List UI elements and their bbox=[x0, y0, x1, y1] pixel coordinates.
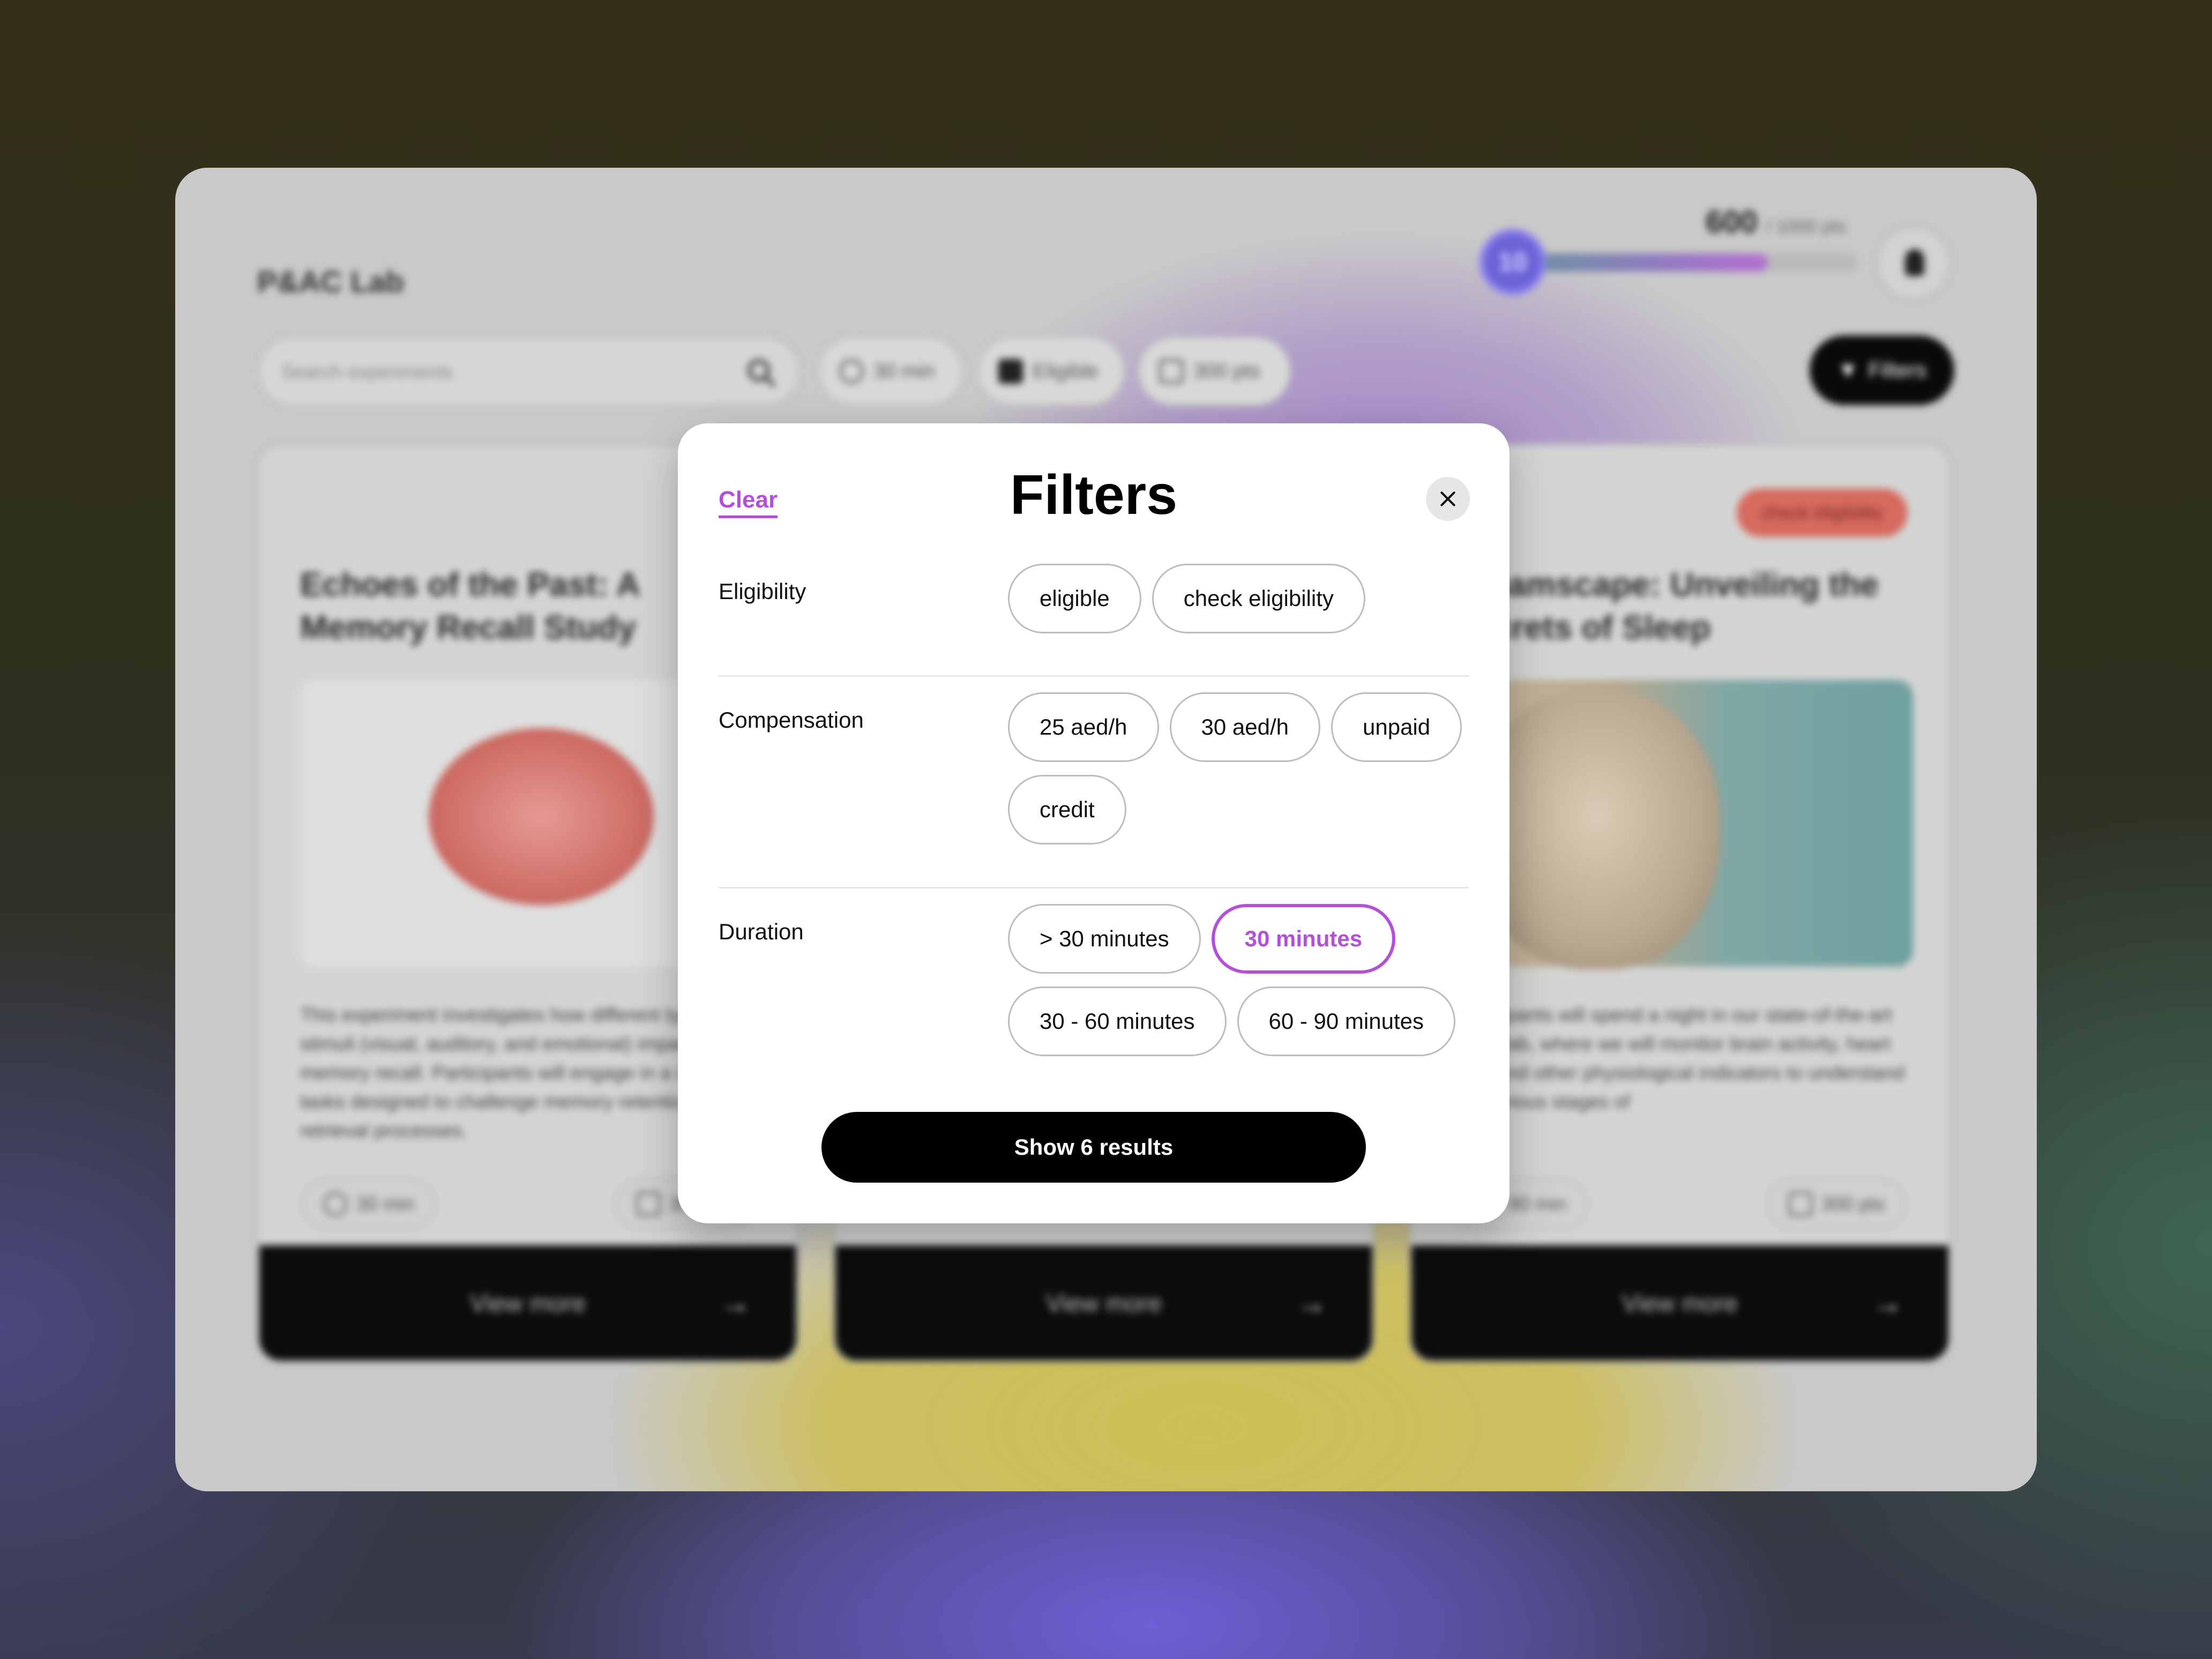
option-eligible[interactable]: eligible bbox=[1008, 564, 1141, 633]
quick-chip-eligible[interactable]: Eligible bbox=[977, 337, 1125, 406]
star-icon bbox=[1159, 359, 1184, 384]
show-results-button[interactable]: Show 6 results bbox=[821, 1112, 1366, 1183]
close-icon bbox=[1440, 491, 1455, 506]
card-image-face bbox=[1452, 680, 1913, 969]
section-label: Compensation bbox=[719, 707, 864, 733]
view-more-button[interactable]: View more → bbox=[835, 1245, 1372, 1361]
card-description: Participants will spend a night in our s… bbox=[1452, 1004, 1905, 1112]
search-input[interactable]: Search experiments bbox=[258, 337, 799, 406]
level-badge: 10 bbox=[1479, 229, 1546, 295]
points-progress-bar bbox=[1536, 253, 1858, 272]
points-display: 600 / 1000 pts bbox=[1706, 204, 1846, 240]
option-check-eligibility[interactable]: check eligibility bbox=[1152, 564, 1365, 633]
card-duration-label: 90 min bbox=[1508, 1193, 1567, 1215]
points-progress-fill bbox=[1536, 253, 1768, 272]
filters-modal: Clear Filters Eligibility eligible check… bbox=[678, 423, 1509, 1223]
arrow-right-icon: → bbox=[1296, 1286, 1327, 1320]
star-icon bbox=[1788, 1192, 1813, 1216]
option-30-minutes[interactable]: 30 minutes bbox=[1211, 904, 1396, 974]
option-over-30-minutes[interactable]: > 30 minutes bbox=[1008, 904, 1201, 974]
quick-chip-duration[interactable]: 30 min bbox=[818, 337, 963, 406]
avatar[interactable] bbox=[1876, 226, 1951, 301]
arrow-right-icon: → bbox=[1872, 1286, 1903, 1320]
page-root: { "background_app": { "lab_name": "P&AC … bbox=[0, 0, 2212, 1659]
section-divider bbox=[719, 887, 1469, 888]
lab-title: P&AC Lab bbox=[257, 265, 404, 298]
filter-icon: ▼ bbox=[1837, 358, 1859, 382]
points-value: 600 bbox=[1706, 205, 1758, 240]
face-illustration bbox=[1474, 691, 1720, 969]
card-duration-label: 30 min bbox=[356, 1193, 415, 1215]
card-points: 300 pts bbox=[1765, 1177, 1908, 1231]
view-more-label: View more bbox=[469, 1289, 586, 1317]
option-30-aed[interactable]: 30 aed/h bbox=[1169, 692, 1320, 762]
heart-icon bbox=[998, 359, 1023, 384]
points-total: / 1000 pts bbox=[1766, 216, 1847, 237]
view-more-button[interactable]: View more → bbox=[259, 1245, 796, 1361]
option-25-aed[interactable]: 25 aed/h bbox=[1008, 692, 1159, 762]
filters-button-label: Filters bbox=[1868, 358, 1927, 382]
arrow-right-icon: → bbox=[720, 1286, 751, 1320]
eligibility-tag: check eligibility bbox=[1737, 489, 1908, 537]
search-icon[interactable] bbox=[745, 357, 778, 389]
quick-chip-points[interactable]: 300 pts bbox=[1138, 337, 1291, 406]
close-button[interactable] bbox=[1426, 477, 1470, 521]
option-30-60-minutes[interactable]: 30 - 60 minutes bbox=[1008, 987, 1227, 1056]
card-points-label: 300 pts bbox=[1821, 1193, 1885, 1215]
option-unpaid[interactable]: unpaid bbox=[1331, 692, 1462, 762]
clock-icon bbox=[839, 359, 864, 384]
card-title: Dreamscape: Unveiling the Secrets of Sle… bbox=[1452, 566, 1879, 646]
section-label: Duration bbox=[719, 919, 804, 944]
filters-button[interactable]: ▼ Filters bbox=[1810, 335, 1954, 405]
view-more-label: View more bbox=[1045, 1289, 1162, 1317]
star-icon bbox=[636, 1192, 661, 1216]
section-divider bbox=[719, 675, 1469, 677]
compensation-options: 25 aed/h 30 aed/h unpaid credit bbox=[1008, 692, 1469, 845]
eligibility-options: eligible check eligibility bbox=[1008, 564, 1469, 633]
quick-chip-label: Eligible bbox=[1033, 360, 1098, 383]
option-60-90-minutes[interactable]: 60 - 90 minutes bbox=[1237, 987, 1455, 1056]
brain-illustration bbox=[429, 728, 654, 905]
duration-options: > 30 minutes 30 minutes 30 - 60 minutes … bbox=[1008, 904, 1469, 1056]
search-placeholder: Search experiments bbox=[281, 361, 453, 383]
modal-title: Filters bbox=[1010, 464, 1178, 526]
view-more-label: View more bbox=[1621, 1289, 1738, 1317]
quick-chip-label: 30 min bbox=[873, 360, 935, 383]
section-label: Eligibility bbox=[719, 579, 806, 604]
quick-chip-label: 300 pts bbox=[1193, 360, 1260, 383]
clock-icon bbox=[323, 1192, 348, 1216]
view-more-button[interactable]: View more → bbox=[1411, 1245, 1948, 1361]
option-credit[interactable]: credit bbox=[1008, 775, 1126, 845]
card-duration: 30 min bbox=[300, 1177, 438, 1231]
